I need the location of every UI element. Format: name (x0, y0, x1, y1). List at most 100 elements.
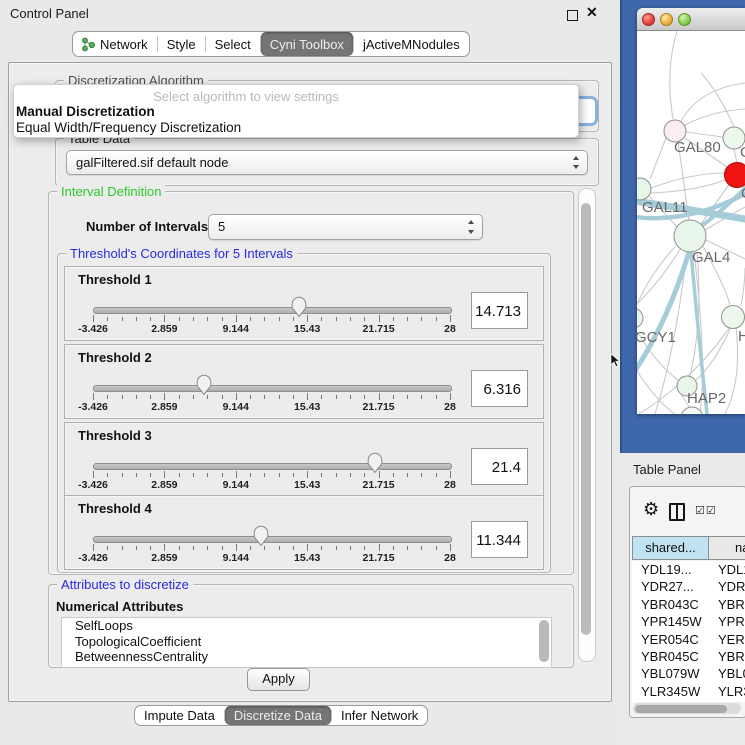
algorithm-option-manual-discretization[interactable]: Manual Discretization (16, 104, 155, 119)
float-window-icon[interactable] (567, 10, 578, 21)
table-horizontal-scrollbar[interactable] (633, 703, 741, 714)
slider-tick-label: 2.859 (151, 479, 177, 491)
network-edge (701, 73, 734, 127)
minimize-traffic-light-icon[interactable] (660, 13, 673, 26)
list-scrollbar-thumb[interactable] (539, 620, 549, 662)
slider-tick (264, 317, 265, 321)
network-window-titlebar[interactable] (637, 8, 745, 31)
attribute-list-item[interactable]: SelfLoops (62, 618, 551, 634)
slider-tick (336, 395, 337, 399)
tab-select[interactable]: Select (206, 32, 260, 56)
threshold-slider-track[interactable] (93, 463, 452, 470)
tab-jactivemnodules[interactable]: jActiveMNodules (354, 32, 469, 56)
zoom-traffic-light-icon[interactable] (678, 13, 691, 26)
slider-thumb[interactable] (253, 525, 269, 547)
column-header-name[interactable]: name (708, 536, 745, 560)
slider-tick (179, 546, 180, 550)
slider-tick (222, 395, 223, 399)
table-data-select[interactable]: galFiltered.sif default node (66, 150, 588, 175)
settings-scrollbar-thumb[interactable] (581, 203, 591, 635)
group-interval-definition: Interval Definition Number of Intervals … (48, 191, 574, 575)
slider-tick (321, 395, 322, 399)
network-edge (650, 138, 666, 179)
slider-tick (436, 473, 437, 477)
slider-thumb[interactable] (291, 296, 307, 318)
slider-tick (179, 473, 180, 477)
checkbox-icons[interactable]: ☑☑ (695, 504, 717, 517)
threshold-slider-track[interactable] (93, 385, 452, 392)
table-row[interactable]: YBR045CYBR045C (632, 648, 745, 665)
slider-tick (307, 544, 308, 551)
slider-tick-label: 9.144 (223, 479, 249, 491)
tab-style[interactable]: Style (158, 32, 205, 56)
table-cell-shared-name: YIL052C (632, 700, 709, 702)
slider-tick (393, 317, 394, 321)
table-hscroll-thumb[interactable] (635, 705, 727, 713)
table-row[interactable]: YBR043CYBR043C (632, 596, 745, 613)
network-node-label: GA (740, 144, 745, 161)
slider-tick-label: 15.43 (294, 552, 320, 564)
slider-tick (136, 473, 137, 477)
slider-tick (336, 546, 337, 550)
column-layout-icon[interactable] (669, 503, 685, 521)
attribute-list-item[interactable]: TopologicalCoefficient (62, 634, 551, 650)
tab-network[interactable]: Network (73, 32, 157, 56)
network-edge (651, 173, 725, 188)
threshold-value-field[interactable]: 6.316 (471, 370, 528, 407)
network-node-gal4[interactable] (674, 220, 706, 252)
apply-button[interactable]: Apply (247, 668, 310, 691)
close-traffic-light-icon[interactable] (642, 13, 655, 26)
bottom-tab-infer-network[interactable]: Infer Network (332, 706, 427, 725)
threshold-panel-1: Threshold 1-3.4262.8599.14415.4321.71528… (64, 266, 544, 341)
node-table-container: ⚙ ☑☑ YDL19...YDL19...YDR27...YDR27...YBR… (629, 486, 745, 718)
threshold-slider-track[interactable] (93, 536, 452, 543)
numerical-attributes-list[interactable]: SelfLoopsTopologicalCoefficientBetweenne… (61, 617, 552, 668)
slider-tick (207, 317, 208, 321)
table-row[interactable]: YBL079WYBL079W (632, 665, 745, 682)
network-tab-icon (82, 37, 95, 52)
slider-tick (350, 317, 351, 321)
close-icon[interactable]: ✕ (586, 4, 598, 21)
cyni-bottom-tabs: Impute DataDiscretize DataInfer Network (134, 705, 428, 726)
network-canvas[interactable]: GAL80GACGAL11GAL4GCY1HHAP2 (637, 31, 745, 414)
network-node-h[interactable] (722, 306, 745, 329)
slider-thumb[interactable] (196, 374, 212, 396)
threshold-slider-track[interactable] (93, 307, 452, 314)
slider-tick (364, 473, 365, 477)
network-edge (725, 327, 738, 414)
slider-tick (279, 395, 280, 399)
slider-tick (450, 544, 451, 551)
slider-tick (150, 395, 151, 399)
table-row[interactable]: YDR27...YDR27... (632, 578, 745, 595)
table-row[interactable]: YPR145WYPR145W (632, 613, 745, 630)
threshold-value-field[interactable]: 14.713 (471, 292, 528, 329)
table-row[interactable]: YIL052CYIL052C (632, 700, 745, 702)
slider-thumb[interactable] (367, 452, 383, 474)
threshold-value-field[interactable]: 21.4 (471, 448, 528, 485)
table-row[interactable]: YLR345WYLR345W (632, 683, 745, 700)
attribute-list-item[interactable]: BetweennessCentrality (62, 649, 551, 665)
number-of-intervals-select[interactable]: 5 (208, 214, 483, 240)
threshold-value-field[interactable]: 11.344 (471, 521, 528, 558)
bottom-tab-discretize-data[interactable]: Discretize Data (225, 706, 331, 725)
bottom-tab-impute-data[interactable]: Impute Data (135, 706, 224, 725)
slider-tick (250, 317, 251, 321)
slider-tick-label: 9.144 (223, 552, 249, 564)
table-row[interactable]: YDL19...YDL19... (632, 561, 745, 578)
settings-scrollbar[interactable] (578, 188, 596, 662)
table-row[interactable]: YER054CYER054C (632, 631, 745, 648)
threshold-panel-3: Threshold 3-3.4262.8599.14415.4321.71528… (64, 422, 544, 497)
table-cell-shared-name: YER054C (632, 631, 709, 648)
slider-tick (93, 471, 94, 478)
tab-cyni-toolbox[interactable]: Cyni Toolbox (261, 32, 353, 56)
network-node[interactable] (681, 407, 703, 414)
algorithm-dropdown-popup: Select algorithm to view settings Manual… (13, 84, 579, 138)
network-node-gcy1[interactable] (637, 308, 643, 328)
slider-tick (307, 471, 308, 478)
table-cell-name: YDR27... (709, 578, 745, 595)
network-node-c[interactable] (725, 163, 745, 188)
algorithm-option-equal-width-frequency-discretization[interactable]: Equal Width/Frequency Discretization (16, 120, 241, 135)
gear-icon[interactable]: ⚙ (643, 499, 659, 520)
slider-tick (193, 395, 194, 399)
column-header-shared[interactable]: shared... (632, 536, 709, 560)
